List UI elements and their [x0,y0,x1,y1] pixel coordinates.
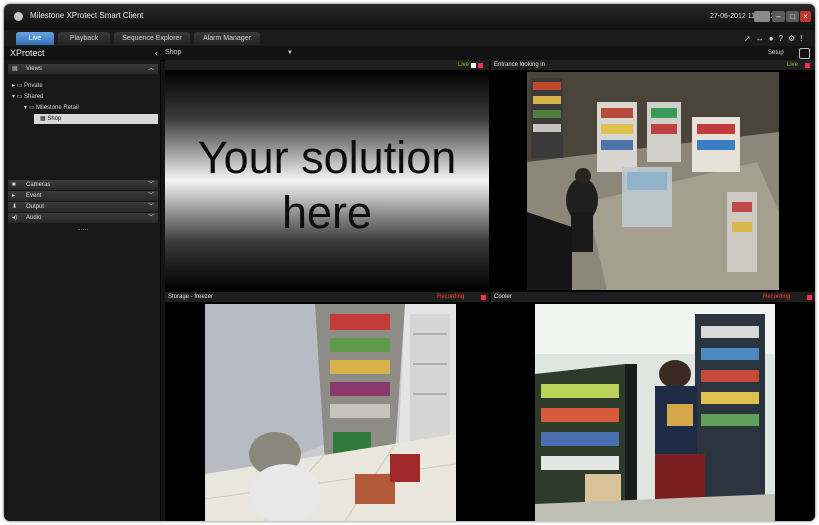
cooler-camera-feed [535,304,775,521]
folder-icon: ▭ [16,83,23,89]
smart-client-window: Milestone XProtect Smart Client 27-06-20… [4,4,815,521]
tree-label: Shop [47,116,62,122]
view-header [4,46,815,61]
camera-name: Storage - freezer [168,294,214,300]
minimize-button[interactable]: – [772,11,785,22]
cameras-pane-header[interactable]: ■ Cameras ﹀ [8,180,158,190]
recording-status: Recording [437,294,465,300]
output-pane-header[interactable]: ⬇ Output ﹀ [8,202,158,212]
cell-header: Live [165,60,489,70]
audio-pane-header[interactable]: ◂) Audio ﹀ [8,213,158,223]
camera-icon: ■ [12,182,16,188]
placeholder-image: Your solution here [165,70,489,290]
maximize-button[interactable]: □ [786,11,799,22]
settings-icon[interactable]: ⚙ [788,34,795,43]
video-cell-entrance[interactable]: Entrance looking in Live [491,60,815,290]
recording-indicator-icon [807,295,812,300]
recording-status: Recording [763,294,791,300]
tab-bar: Live Playback Sequence Explorer Alarm Ma… [4,30,815,46]
live-status: Live [787,62,799,68]
collapse-sidebar-icon[interactable]: ‹ [155,48,158,58]
tree-item-shop[interactable]: ▦ Shop [34,114,158,124]
video-grid: Live Your solution here Entrance looking … [165,60,815,521]
event-pane-header[interactable]: ▸ Event ﹀ [8,191,158,201]
live-status: Live [458,62,470,68]
camera-toolbar-icon[interactable] [471,63,476,68]
pane-label: Cameras [26,182,51,188]
tree-item-milestone-retail[interactable]: ▾ ▭ Milestone Retail [24,103,79,113]
toolbar-icons: ➚ ↔ ●? ⚙! [744,34,807,43]
close-button[interactable]: × [800,11,811,22]
pane-splitter[interactable] [78,229,88,232]
sidebar: ▤ Views ︿ ▸ ▭ Private ▾ ▭ Shared ▾ ▭ Mil… [4,60,161,521]
pane-label: Output [26,204,45,210]
video-cell-cooler[interactable]: Cooler Recording [491,292,815,521]
pane-label: Audio [26,215,42,221]
storage-camera-feed [205,304,456,521]
tree-item-shared[interactable]: ▾ ▭ Shared [12,92,43,102]
tab-playback[interactable]: Playback [58,32,110,45]
chevron-down-icon[interactable]: ﹀ [148,191,154,201]
views-title: Views [26,66,42,72]
app-logo-icon [14,12,23,21]
speaker-icon: ◂) [12,215,18,221]
status-icon[interactable]: ● [769,34,774,43]
placeholder-line: Your solution [197,132,457,183]
chevron-down-icon[interactable]: ﹀ [148,180,154,190]
status-icon[interactable] [754,11,770,22]
cell-header: Entrance looking in Live [491,60,815,70]
placeholder-line: here [281,187,373,238]
placeholder-text: Your solution here [165,130,489,240]
tree-label: Private [24,83,43,89]
chevron-down-icon[interactable]: ﹀ [148,202,154,212]
setup-button[interactable]: Setup [768,50,784,56]
recording-indicator-icon [478,63,483,68]
video-cell-placeholder[interactable]: Live Your solution here [165,60,489,290]
view-select[interactable]: Shop ▼ [165,47,300,59]
chevron-down-icon[interactable]: ﹀ [148,213,154,223]
recording-indicator-icon [481,295,486,300]
camera-name: Entrance looking in [494,62,546,68]
recording-indicator-icon [805,63,810,68]
title-bar: Milestone XProtect Smart Client 27-06-20… [4,4,815,30]
views-pane-header[interactable]: ▤ Views ︿ [8,64,158,74]
tab-live[interactable]: Live [16,32,54,45]
cell-header: Storage - freezer Recording [165,292,489,302]
views-icon: ▤ [12,66,18,72]
fullscreen-icon[interactable] [799,48,810,59]
output-icon: ⬇ [12,204,18,210]
info-icon[interactable]: ! [800,34,802,43]
help-icon[interactable]: ? [779,34,783,43]
video-cell-storage-freezer[interactable]: Storage - freezer Recording [165,292,489,521]
entrance-scene [527,72,779,290]
tree-label: Shared [24,94,44,100]
link-icon[interactable]: ↔ [756,34,764,43]
chevron-up-icon[interactable]: ︿ [148,64,154,74]
tab-sequence-explorer[interactable]: Sequence Explorer [114,32,190,45]
storage-scene [205,304,456,521]
folder-icon: ▭ [16,94,23,100]
cooler-scene [535,304,775,521]
tree-item-private[interactable]: ▸ ▭ Private [12,81,43,91]
cell-header: Cooler Recording [491,292,815,302]
product-label: XProtect [10,48,45,58]
arrow-icon[interactable]: ➚ [744,34,751,43]
view-layout-icon: ▦ [40,116,46,122]
tree-label: Milestone Retail [36,105,79,111]
window-title: Milestone XProtect Smart Client [30,11,144,20]
dropdown-caret-icon: ▼ [287,50,293,56]
view-name: Shop [165,49,182,56]
folder-icon: ▭ [28,105,35,111]
tab-alarm-manager[interactable]: Alarm Manager [194,32,260,45]
pane-label: Event [26,193,42,199]
play-icon: ▸ [12,193,16,199]
entrance-camera-feed [527,72,779,290]
camera-name: Cooler [494,294,512,300]
